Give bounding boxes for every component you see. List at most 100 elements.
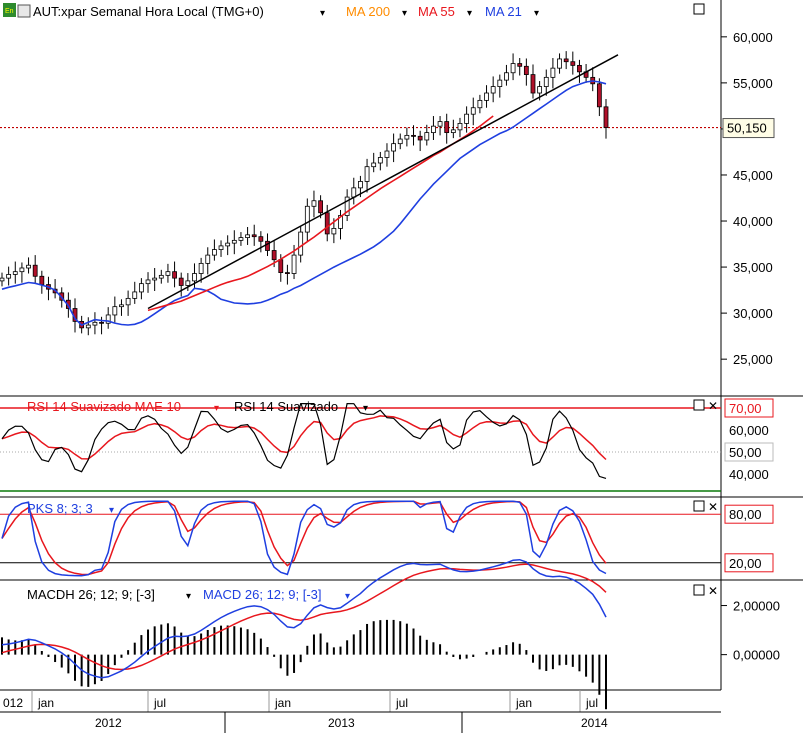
candle-body bbox=[225, 242, 231, 247]
candle-body bbox=[417, 135, 423, 141]
month-label: jul bbox=[153, 696, 166, 710]
candle-body bbox=[470, 107, 476, 115]
candle-body bbox=[563, 58, 569, 63]
candle-body bbox=[537, 86, 543, 94]
candle-body bbox=[198, 262, 204, 274]
candle-body bbox=[178, 277, 184, 286]
candle-body bbox=[603, 106, 609, 128]
candle-body bbox=[577, 64, 582, 73]
ma200-dropdown-icon[interactable]: ▾ bbox=[402, 8, 407, 19]
candle-body bbox=[285, 272, 290, 274]
macd-close-icon[interactable]: ✕ bbox=[708, 584, 718, 598]
candle-body bbox=[212, 249, 217, 256]
rsi-tick-label: 40,000 bbox=[729, 467, 769, 482]
candle-body bbox=[497, 79, 503, 87]
candle-body bbox=[570, 61, 576, 66]
maximize-icon[interactable] bbox=[693, 3, 705, 15]
instrument-dropdown-icon[interactable]: ▾ bbox=[320, 8, 325, 19]
candle-body bbox=[477, 99, 483, 109]
candle-body bbox=[464, 113, 470, 124]
candle-body bbox=[112, 306, 118, 316]
candle-body bbox=[371, 162, 377, 168]
pks-tick-label: 20,00 bbox=[729, 556, 762, 571]
month-label: jan bbox=[37, 696, 54, 710]
candle-body bbox=[404, 134, 410, 140]
price-tick-label: 35,000 bbox=[733, 260, 773, 275]
rsi-dropdown-icon[interactable]: ▾ bbox=[363, 403, 368, 414]
price-tick-label: 60,000 bbox=[733, 30, 773, 45]
candle-body bbox=[92, 321, 98, 326]
candle-body bbox=[358, 181, 363, 189]
ma21-dropdown-icon[interactable]: ▾ bbox=[534, 8, 539, 19]
candle-body bbox=[152, 277, 158, 281]
candle-body bbox=[158, 274, 164, 279]
macd-tick-label: 2,00000 bbox=[733, 599, 780, 614]
candle-body bbox=[596, 83, 602, 108]
candle-body bbox=[19, 267, 25, 273]
pks-dropdown-icon[interactable]: ▾ bbox=[109, 505, 114, 516]
chart-background bbox=[0, 0, 803, 733]
rsi-maximize-icon[interactable] bbox=[693, 399, 705, 411]
macd-maximize-icon[interactable] bbox=[693, 584, 705, 596]
candle-body bbox=[391, 143, 396, 152]
candle-body bbox=[397, 138, 403, 145]
candle-body bbox=[557, 58, 562, 69]
candle-body bbox=[258, 236, 264, 242]
candle-body bbox=[504, 72, 509, 81]
month-label: 012 bbox=[3, 696, 23, 710]
candle-body bbox=[278, 259, 284, 273]
ma200-label: MA 200 bbox=[346, 4, 390, 19]
pks-tick-label: 80,00 bbox=[729, 507, 762, 522]
price-tick-label: 55,000 bbox=[733, 76, 773, 91]
candle-body bbox=[543, 76, 549, 87]
candle-body bbox=[484, 92, 489, 101]
rsi-tick-label: 70,00 bbox=[729, 401, 762, 416]
price-tick-label: 45,000 bbox=[733, 168, 773, 183]
candle-body bbox=[384, 150, 390, 158]
candle-body bbox=[12, 271, 18, 275]
candle-body bbox=[271, 250, 277, 261]
chart-canvas: 60,00055,00050,00045,00040,00035,00030,0… bbox=[0, 0, 803, 733]
macdh-dropdown-icon[interactable]: ▾ bbox=[186, 591, 191, 602]
ma55-label: MA 55 bbox=[418, 4, 455, 19]
rsi-mae-legend: RSI 14 Suavizado MAE 10 bbox=[27, 399, 181, 414]
candle-body bbox=[331, 227, 337, 235]
candle-body bbox=[26, 264, 31, 269]
candle-body bbox=[138, 283, 144, 293]
candle-body bbox=[291, 254, 297, 274]
candle-body bbox=[457, 123, 463, 131]
rsi-mae-dropdown-icon[interactable]: ▾ bbox=[214, 403, 219, 414]
candle-body bbox=[125, 297, 131, 306]
svg-text:En: En bbox=[5, 8, 14, 15]
candle-body bbox=[318, 200, 323, 214]
candle-body bbox=[351, 187, 357, 198]
candle-body bbox=[424, 132, 430, 141]
rsi-close-icon[interactable]: ✕ bbox=[708, 399, 718, 413]
candle-body bbox=[85, 324, 91, 329]
ma55-dropdown-icon[interactable]: ▾ bbox=[467, 8, 472, 19]
candle-body bbox=[324, 212, 330, 235]
candle-body bbox=[431, 125, 436, 134]
macd-dropdown-icon[interactable]: ▾ bbox=[345, 591, 350, 602]
candle-body bbox=[251, 234, 257, 238]
rsi-tick-label: 50,00 bbox=[729, 445, 762, 460]
candle-body bbox=[245, 234, 250, 238]
candle-body bbox=[165, 271, 171, 276]
rsi-legend: RSI 14 Suavizado bbox=[234, 399, 338, 414]
year-label: 2014 bbox=[581, 716, 608, 730]
candle-body bbox=[450, 129, 456, 134]
candle-body bbox=[205, 254, 211, 264]
year-label: 2013 bbox=[328, 716, 355, 730]
price-tick-label: 40,000 bbox=[733, 214, 773, 229]
candle-body bbox=[377, 157, 383, 164]
pks-close-icon[interactable]: ✕ bbox=[708, 500, 718, 514]
pks-maximize-icon[interactable] bbox=[693, 500, 705, 512]
candle-body bbox=[444, 121, 450, 134]
price-tick-label: 30,000 bbox=[733, 306, 773, 321]
candle-body bbox=[0, 277, 5, 282]
candle-body bbox=[523, 65, 529, 75]
candle-body bbox=[364, 166, 370, 182]
candle-body bbox=[304, 205, 310, 233]
candle-body bbox=[437, 121, 443, 127]
candle-body bbox=[172, 271, 177, 279]
